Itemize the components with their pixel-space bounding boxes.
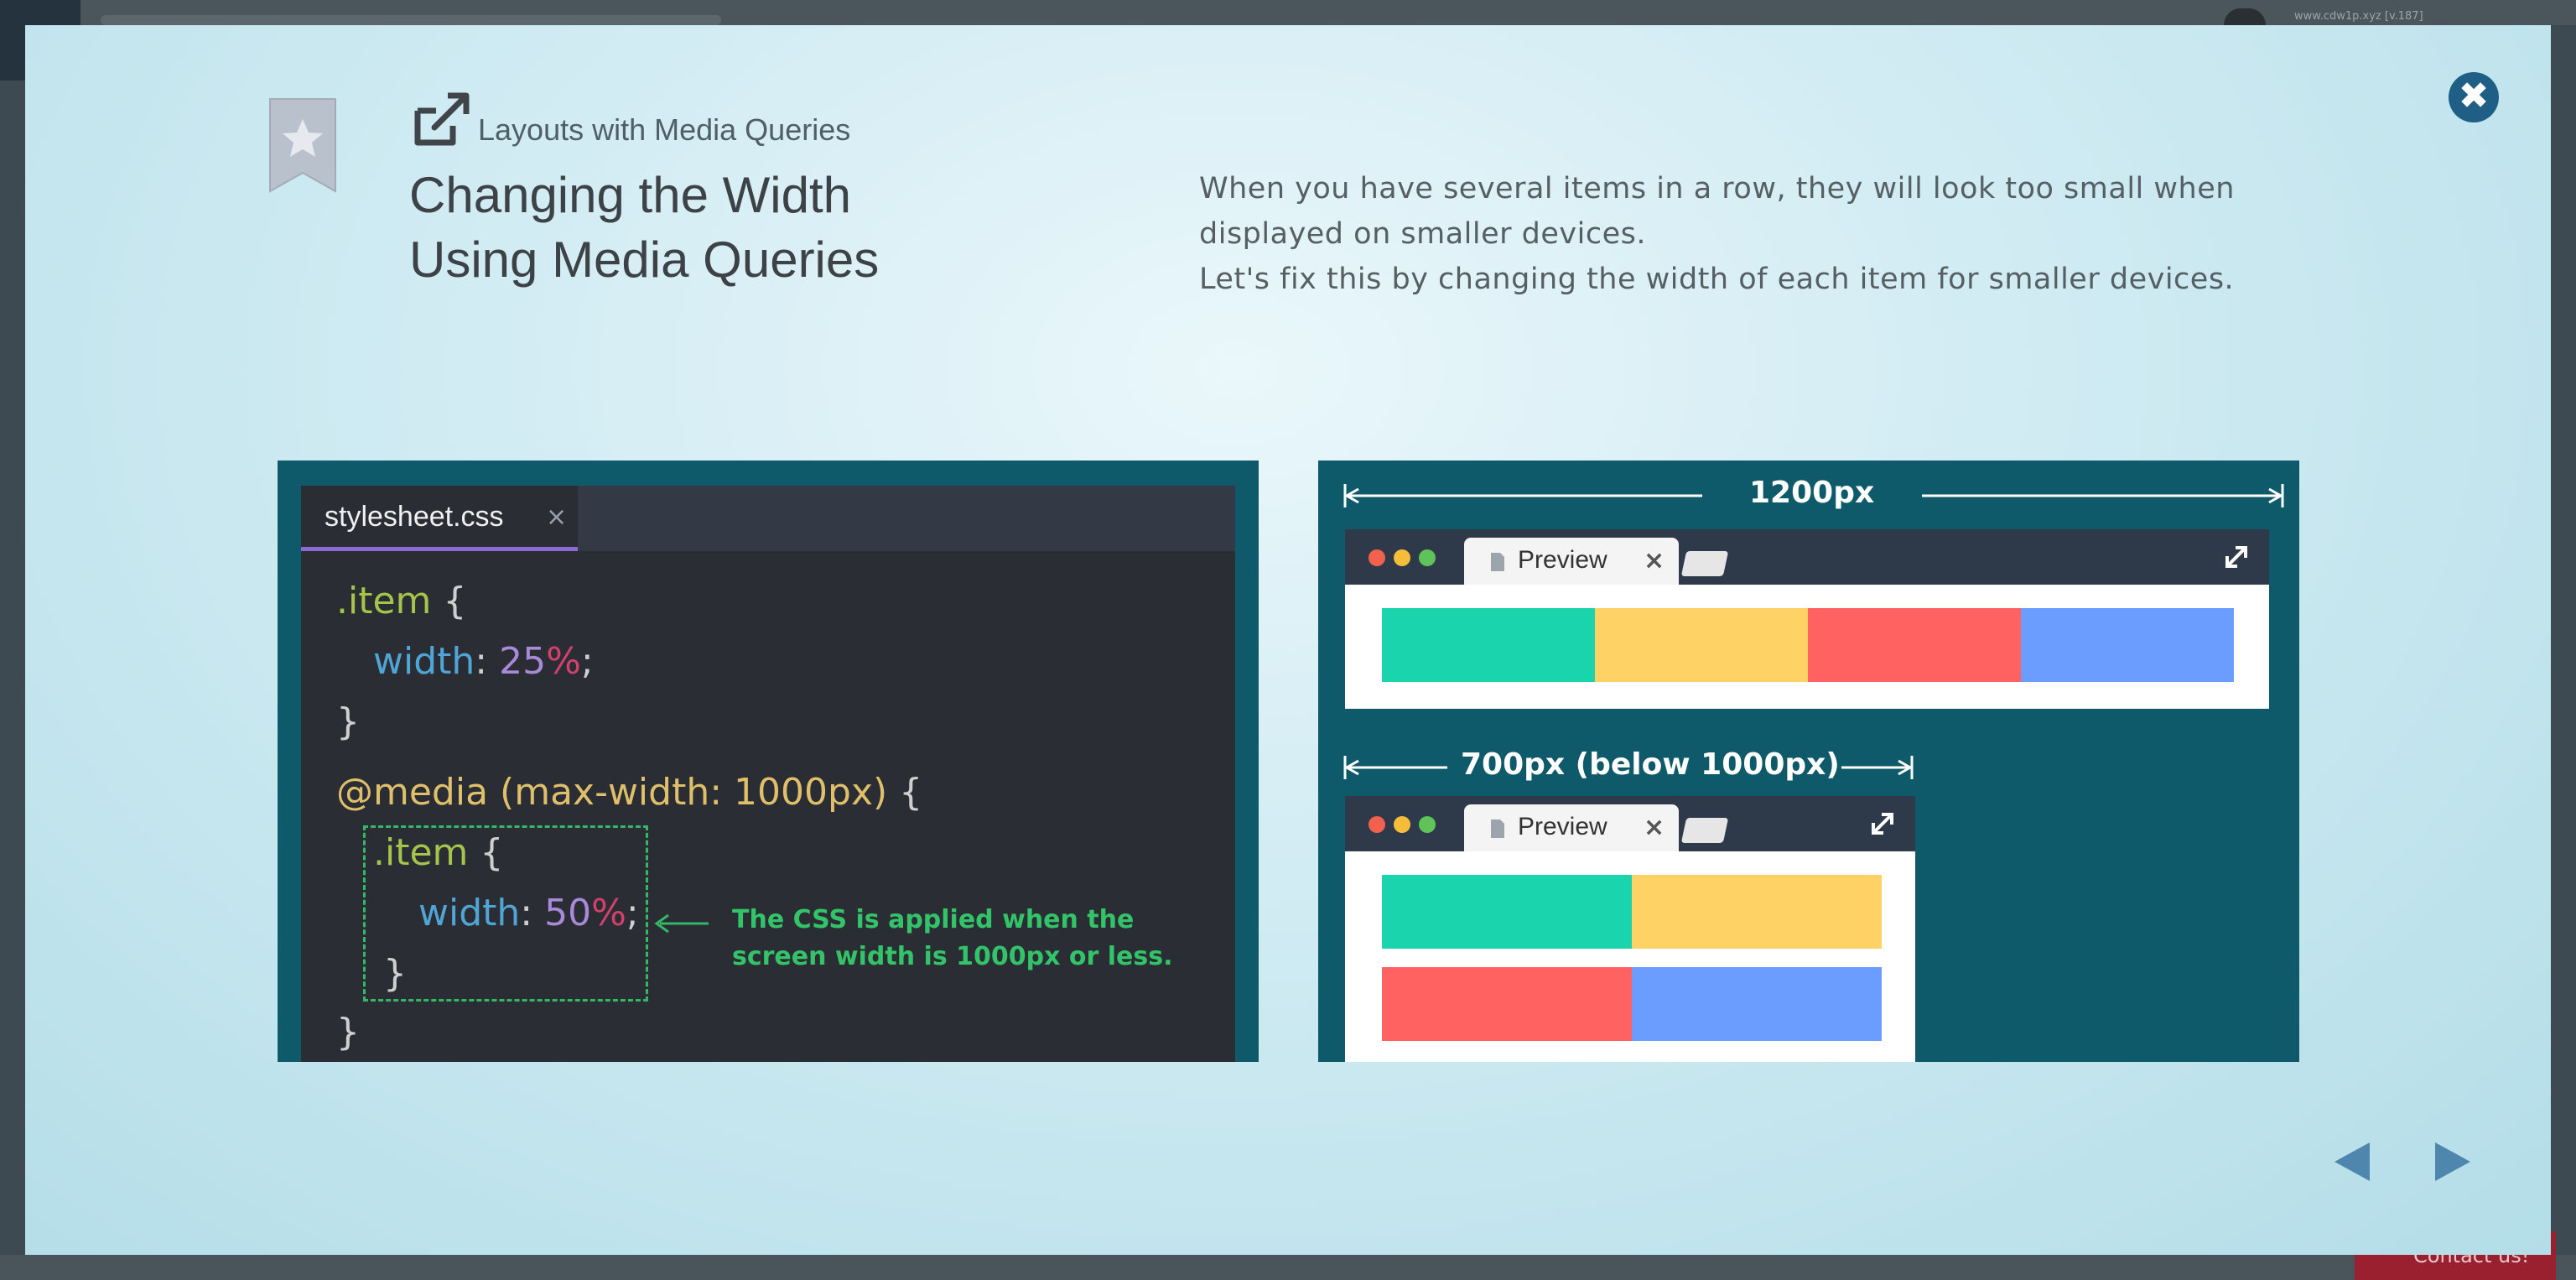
description-paragraph: When you have several items in a row, th… [1199,172,2235,251]
document-icon [1491,553,1504,571]
media-query-highlight [363,825,648,1002]
background-top-bar: www.cdw1p.xyz [v.187] [0,0,2576,81]
code-example-panel: stylesheet.css × .item { width: 25%; } @… [278,460,1259,1062]
background-bottom-bar [0,1255,2576,1280]
browser-tab-label: Preview [1518,546,1607,574]
window-dot-yellow [1394,816,1410,833]
page-title-line1: Changing the Width [409,167,851,223]
bookmark-icon[interactable] [267,96,339,195]
new-tab-icon [1680,818,1729,843]
layout-block-4 [1632,967,1882,1041]
editor-tab-label: stylesheet.css [325,501,504,533]
browser-mock-wide: Preview × [1345,529,2269,709]
browser-tab-close-icon: × [1644,813,1665,842]
background-url-bar [101,15,721,25]
editor-tab-strip: stylesheet.css × [301,486,1235,551]
close-button[interactable]: ✖ [2449,72,2499,122]
document-icon [1491,820,1504,838]
code-line: .item { [336,580,467,622]
annotation-line: The CSS is applied when the [732,905,1135,934]
description-paragraph: Let's fix this by changing the width of … [1199,263,2235,296]
expand-icon [1872,813,1893,835]
browser-mock-narrow: Preview × [1345,796,1915,1062]
window-dot-green [1419,816,1436,833]
external-link-icon[interactable] [411,91,473,149]
browser-tab: Preview × [1464,804,1679,851]
window-dot-yellow [1394,549,1410,566]
arrow-left-icon [654,913,709,934]
layout-block-2 [1632,875,1882,949]
editor-tab-stylesheet: stylesheet.css × [301,486,578,551]
lesson-modal: ✖ Layouts with Media Queries Changing th… [25,25,2551,1255]
code-line: } [336,700,360,743]
browser-tab: Preview × [1464,538,1679,585]
lesson-description: When you have several items in a row, th… [1199,166,2289,302]
code-line: @media (max-width: 1000px) { [336,771,923,814]
page-title: Changing the Width Using Media Queries [409,163,1046,292]
browser-tab-label: Preview [1518,813,1607,840]
next-slide-button[interactable] [2432,1139,2475,1184]
window-dot-red [1368,549,1385,566]
layout-block-1 [1382,608,1595,682]
expand-icon [2225,546,2247,568]
width-label-1200: 1200px [1749,476,1875,510]
browser-chrome: Preview × [1345,796,1915,851]
section-label: Layouts with Media Queries [478,112,851,147]
code-editor: stylesheet.css × .item { width: 25%; } @… [301,486,1235,1062]
layout-block-3 [1808,608,2021,682]
layout-block-4 [2021,608,2234,682]
tab-close-icon: × [546,502,568,532]
browser-chrome: Preview × [1345,529,2269,585]
new-tab-icon [1680,551,1729,576]
code-line: } [336,1011,360,1054]
code-annotation: The CSS is applied when the screen width… [732,902,1185,976]
layout-block-2 [1595,608,1808,682]
background-url-hint: www.cdw1p.xyz [v.187] [2294,10,2423,23]
window-dot-green [1419,549,1436,566]
browser-tab-close-icon: × [1644,546,1665,575]
code-line: width: 25%; [373,640,594,683]
preview-example-panel: 1200px Preview × 700px (below 1000px) Pr… [1318,460,2299,1062]
layout-block-3 [1382,967,1632,1041]
page-title-line2: Using Media Queries [409,232,880,288]
annotation-line: screen width is 1000px or less. [732,942,1173,971]
layout-block-1 [1382,875,1632,949]
window-dot-red [1368,816,1385,833]
width-label-700: 700px (below 1000px) [1461,747,1840,782]
previous-slide-button[interactable] [2329,1139,2373,1184]
